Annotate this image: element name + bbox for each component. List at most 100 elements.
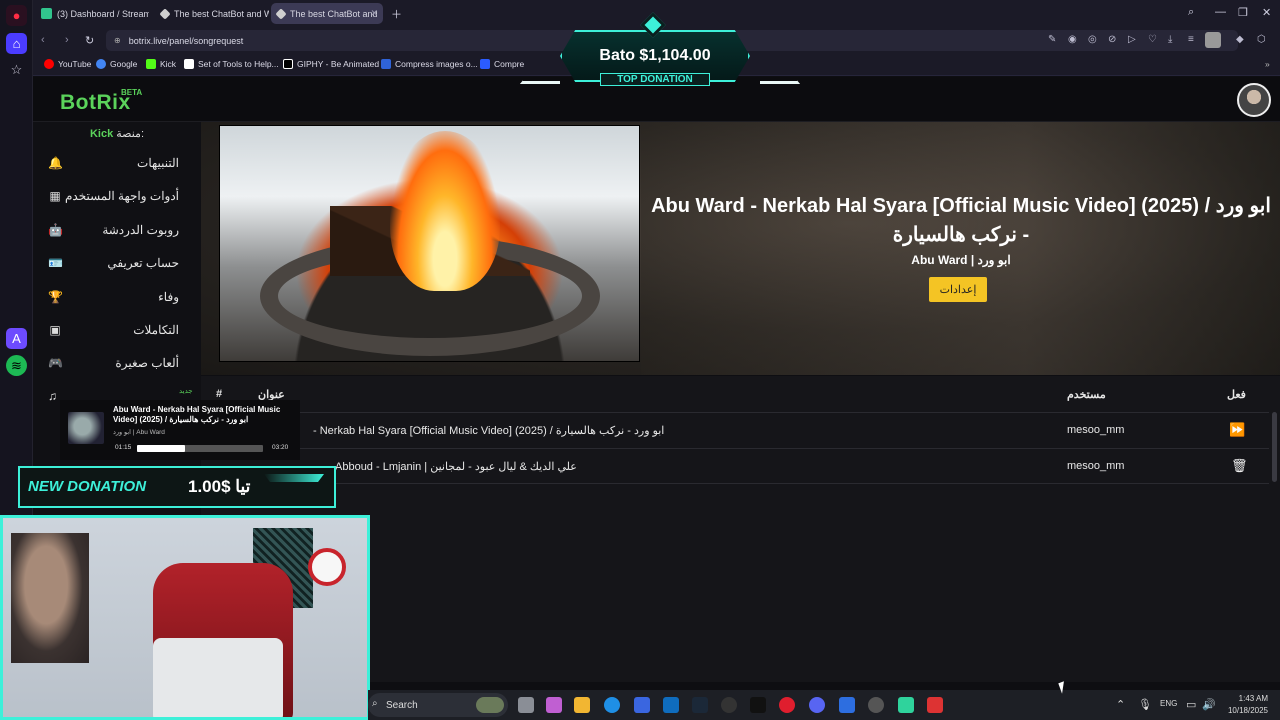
kick-icon [146,59,156,69]
close-tab-icon[interactable]: ✕ [370,8,378,19]
bookmark-compre[interactable]: Compre [480,59,524,69]
progress-fill [137,445,185,452]
column-header-user: مستخدم [1067,389,1106,401]
new-tab-button[interactable]: ＋ [391,6,402,22]
tab-botrix-1[interactable]: The best ChatBot and Wi [155,3,269,24]
vpn-icon[interactable]: ◎ [1088,34,1097,45]
sidebar-item-alerts[interactable]: 🔔 التنبيهات [33,146,201,179]
xc-icon [480,59,490,69]
robot-icon: 🤖 [48,222,63,237]
search-icon: ⌕ [372,698,378,709]
new-badge: جديد [179,388,193,395]
volume-icon[interactable]: 🔊 [1202,698,1216,711]
more-bookmarks-icon[interactable]: » [1265,59,1270,69]
current-time: 01:15 [115,444,132,451]
bookmark-youtube[interactable]: YouTube [44,59,91,69]
scrollbar[interactable] [1272,412,1277,482]
sidebar-item-minigames[interactable]: 🎮 ألعاب صغيرة [33,346,201,379]
search-tabs-icon[interactable]: ⌕ [1188,6,1194,19]
widgets-icon[interactable] [546,697,562,713]
album-art [68,412,104,444]
webcam-feed [0,515,370,720]
menu-icon[interactable]: ≡ [1188,34,1194,45]
sidebar-item-integrations[interactable]: ▣ التكاملات [33,313,201,346]
adblock-icon[interactable]: ⊘ [1108,34,1116,45]
4k-app-icon[interactable] [721,697,737,713]
tray-overflow-icon[interactable]: ⌃ [1116,698,1125,711]
sidebar-item-profile[interactable]: 🪪 حساب تعريفي [33,246,201,279]
edge-icon[interactable] [604,697,620,713]
url-text: botrix.live/panel/songrequest [128,35,244,46]
sidebar-item-loyalty[interactable]: 🏆 وفاء [33,280,201,313]
site-info-icon[interactable]: ⊕ [114,36,121,45]
botrix-tab-icon [275,7,287,20]
platform-label: منصة: [116,128,144,140]
file-explorer-icon[interactable] [574,697,590,713]
heart-icon[interactable]: ♡ [1148,34,1157,45]
task-view-icon[interactable] [518,697,534,713]
outlook-icon[interactable] [663,697,679,713]
song-title: Abu Ward - Nerkab Hal Syara [Official Mu… [651,195,1271,246]
star-icon[interactable]: ☆ [6,59,27,80]
integrations-icon: ▣ [49,322,61,337]
widgets-icon: ▦ [49,188,61,203]
sidebar-item-widgets[interactable]: ▦ أدوات واجهة المستخدم [33,179,201,212]
profile-icon[interactable] [1205,32,1221,48]
top-donation-amount: Bato $1,104.00 [599,47,711,64]
camera-icon[interactable]: ◉ [1068,34,1077,45]
trash-icon[interactable]: 🗑 [1231,458,1248,474]
home-icon[interactable]: ⌂ [6,33,27,54]
bookmark-kick[interactable]: Kick [146,59,176,69]
video-thumbnail [219,125,640,362]
sidebar-item-chatbot[interactable]: 🤖 روبوت الدردشة [33,213,201,246]
settings-icon[interactable]: ⬡ [1257,34,1266,45]
aria-icon[interactable]: A [6,328,27,349]
restore-button[interactable]: ❐ [1238,6,1248,19]
back-icon[interactable]: ‹ [41,34,45,46]
system-clock[interactable]: 1:43 AM 10/18/2025 [1220,693,1268,717]
tab-botrix-active[interactable]: The best ChatBot and ✕ [271,3,383,24]
bookmark-tools[interactable]: Set of Tools to Help... [184,59,279,69]
network-icon[interactable]: ▭ [1186,698,1196,711]
store-icon[interactable] [634,697,650,713]
opera-icon[interactable] [779,697,795,713]
top-donation-overlay: Bato $1,104.00 TOP DONATION [520,12,800,88]
streamlabs-icon[interactable] [898,697,914,713]
tools-icon [184,59,194,69]
close-window-button[interactable]: ✕ [1262,6,1271,19]
top-donation-label: TOP DONATION [600,73,710,86]
minimize-button[interactable]: — [1215,6,1226,18]
reload-icon[interactable]: ↻ [85,34,94,47]
row-user: mesoo_mm [1067,424,1125,436]
play-icon[interactable]: ▷ [1128,34,1136,45]
weather-icon[interactable] [476,697,504,713]
bookmark-google[interactable]: Google [96,59,137,69]
tab-streamlabs[interactable]: (3) Dashboard / Streamlab [35,3,149,24]
user-avatar[interactable] [1237,83,1271,117]
spotify-icon[interactable]: ≋ [6,355,27,376]
snapshot-icon[interactable]: ✎ [1048,34,1056,45]
no-smoking-sign [308,548,346,586]
download-icon[interactable]: ⤓ [1168,34,1172,45]
giphy-icon [283,59,293,69]
wallet-icon[interactable]: ◆ [1236,34,1244,45]
forward-icon[interactable]: › [65,34,69,46]
discord-icon[interactable] [809,697,825,713]
gamepad-icon: 🎮 [48,355,63,370]
tiktok-icon[interactable] [750,697,766,713]
microphone-icon[interactable]: 🎙 [1138,698,1152,711]
opera-logo-icon[interactable]: ● [6,5,27,26]
botrix-tab-icon [159,7,171,20]
bookmark-giphy[interactable]: GIPHY - Be Animated [283,59,379,69]
settings-button[interactable]: إعدادات [929,277,987,302]
new-donation-value: 1.00$ تيا [188,477,251,496]
compress-icon [381,59,391,69]
skip-icon[interactable]: ⏩ [1229,422,1245,438]
language-indicator[interactable]: ENG [1160,699,1177,708]
defender-icon[interactable] [839,697,855,713]
bookmark-compress[interactable]: Compress images o... [381,59,478,69]
obs-icon[interactable] [868,697,884,713]
steam-icon[interactable] [692,697,708,713]
overlay-song-title: Abu Ward - Nerkab Hal Syara [Official Mu… [113,405,281,424]
app-icon[interactable] [927,697,943,713]
